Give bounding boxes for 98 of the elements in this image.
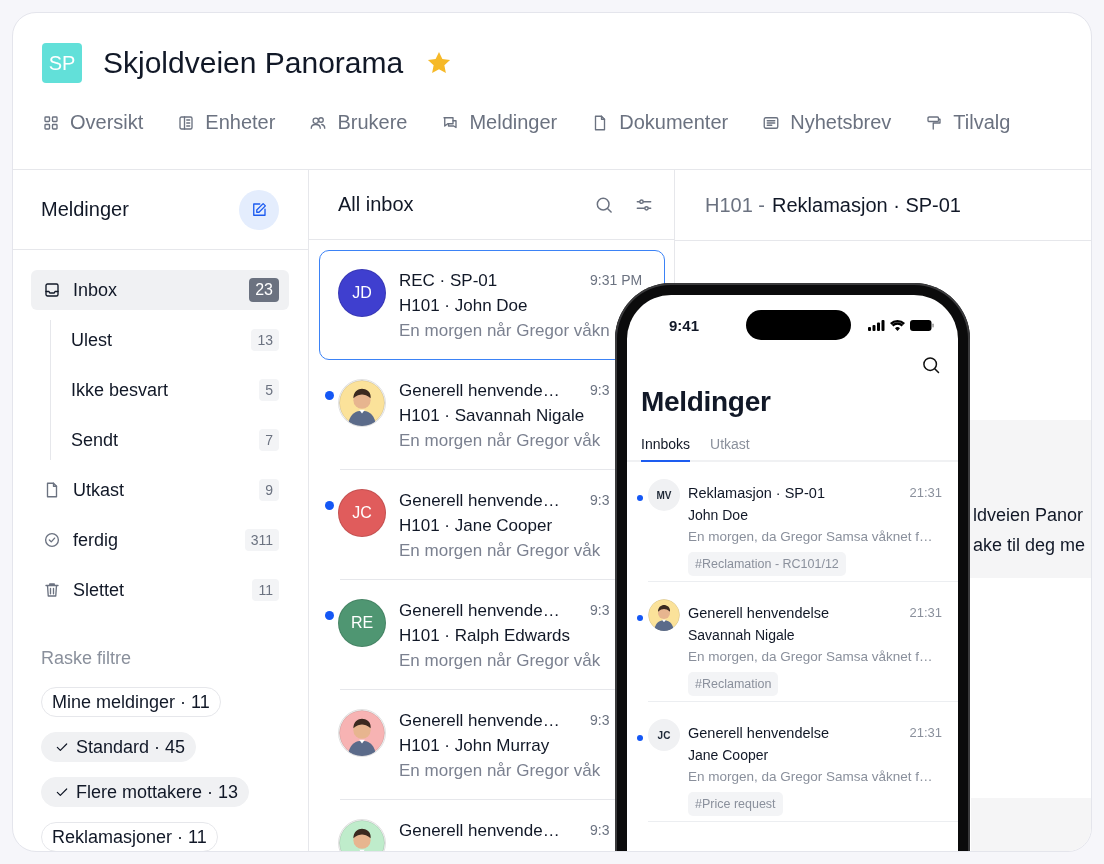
folder-item[interactable]: Ulest 13	[51, 320, 289, 360]
message-time: 21:31	[909, 484, 942, 502]
count-badge: 311	[244, 529, 279, 551]
avatar: JC	[648, 719, 680, 751]
folder-label: Inbox	[73, 279, 119, 301]
message-text: ldveien Panor	[973, 504, 1085, 527]
folder-item[interactable]: Sendt 7	[51, 420, 289, 460]
search-icon	[921, 355, 941, 375]
count-badge: 7	[259, 429, 279, 451]
message-preview: En morgen når Gregor våk	[399, 760, 602, 782]
message-sender: H101 · John Doe	[399, 295, 529, 317]
message-sender: H101 · Jane Cooper	[399, 515, 554, 537]
message-sender: Savannah Nigale	[688, 626, 796, 645]
message-title: Generell henvende…	[399, 820, 561, 842]
count-badge: 9	[259, 479, 279, 501]
nav-tab[interactable]: Meldinger	[441, 111, 558, 134]
message-time: 21:31	[909, 604, 942, 622]
message-time: 9:3	[590, 491, 610, 510]
tag: #Reclamation	[688, 672, 779, 696]
message-sender: John Doe	[688, 506, 749, 525]
avatar: MV	[648, 479, 680, 511]
message-title: Generell henvendelse	[688, 724, 830, 743]
message-preview: En morgen, da Gregor Samsa våknet f…	[688, 648, 934, 666]
message-sender: H101 · Ralph Edwards	[399, 625, 572, 647]
message-text: ake til deg me	[973, 534, 1087, 557]
section-heading: Raske filtre	[41, 648, 133, 669]
conversation-title: Reklamasjon · SP-01	[772, 193, 961, 217]
folder-item[interactable]: Utkast 9	[31, 470, 289, 510]
message-sender: H101 · John Murray	[399, 735, 551, 757]
filter-chip[interactable]: Standard · 45	[41, 732, 197, 762]
message-preview: En morgen, da Gregor Samsa våknet f…	[688, 768, 934, 786]
count-badge: 23	[249, 278, 279, 302]
message-sender: H101 · Savannah Nigale	[399, 405, 586, 427]
battery-icon	[910, 319, 934, 331]
message-time: 9:3	[590, 711, 610, 730]
message-time: 9:3	[590, 381, 610, 400]
count-badge: 11	[252, 579, 279, 601]
tab[interactable]: Innboks	[641, 436, 691, 462]
message-title: Generell henvende…	[399, 710, 561, 732]
conversation-id: H101 -	[705, 193, 766, 217]
message-title: Generell henvende…	[399, 490, 561, 512]
message-title: Generell henvendelse	[688, 604, 830, 623]
filter-chip[interactable]: Mine meldinger · 11	[41, 687, 221, 717]
message-preview: En morgen, da Gregor Samsa våknet f…	[688, 528, 934, 546]
status-time: 9:41	[668, 316, 701, 334]
message-preview: En morgen når Gregor våk	[399, 540, 602, 562]
filter-chip[interactable]: Flere mottakere · 13	[41, 777, 250, 807]
check-circle-icon	[43, 531, 61, 549]
nav-tab[interactable]: Enheter	[177, 111, 276, 134]
folder-label: Ulest	[71, 329, 113, 351]
folder-item[interactable]: ferdig 311	[31, 520, 289, 560]
message-time: 9:3	[590, 601, 610, 620]
folder-label: Utkast	[73, 479, 125, 501]
message-sender: Jane Cooper	[688, 746, 770, 765]
project-logo: SP	[42, 43, 82, 83]
paint-roller-icon	[925, 113, 944, 132]
panel-title: All inbox	[338, 193, 415, 216]
compose-button[interactable]	[239, 189, 279, 230]
panel-title: Meldinger	[41, 198, 129, 221]
message-time: 9:3	[590, 821, 610, 840]
message-title: REC · SP-01	[399, 270, 499, 292]
folder-label: Ikke besvart	[71, 379, 170, 401]
nav-tab[interactable]: Brukere	[309, 111, 408, 134]
message-preview: En morgen når Gregor våkn	[399, 320, 611, 342]
trash-icon	[43, 581, 61, 599]
tag: #Price request	[688, 792, 783, 816]
message-title: Generell henvende…	[399, 380, 561, 402]
count-badge: 5	[259, 379, 279, 401]
signal-icon	[868, 319, 885, 331]
message-preview: En morgen når Gregor våk	[399, 430, 602, 452]
message-preview: En morgen når Gregor våk	[399, 650, 602, 672]
folder-label: Slettet	[73, 579, 126, 601]
project-title: Skjoldveien Panorama	[103, 46, 404, 80]
nav-tab[interactable]: Nyhetsbrev	[762, 111, 892, 134]
message-title: Reklamasjon · SP-01	[688, 484, 825, 503]
screen-title: Meldinger	[640, 385, 772, 418]
nav-tab[interactable]: Oversikt	[42, 111, 144, 134]
folder-label: Sendt	[71, 429, 120, 451]
avatar: RE	[338, 599, 386, 647]
avatar: JD	[338, 269, 386, 317]
message-time: 9:31 PM	[590, 271, 643, 290]
message-time: 21:31	[909, 724, 942, 742]
count-badge: 13	[251, 329, 279, 351]
message-title: Generell henvende…	[399, 600, 561, 622]
nav-tab[interactable]: Dokumenter	[591, 111, 729, 134]
wifi-icon	[890, 319, 905, 331]
grid-icon	[42, 113, 60, 132]
avatar: JC	[338, 489, 386, 537]
panel-icon	[177, 113, 196, 132]
nav-tab[interactable]: Tilvalg	[925, 111, 1011, 134]
edit-icon	[250, 200, 268, 219]
folder-label: ferdig	[73, 529, 120, 551]
filter-chip[interactable]: Reklamasjoner · 11	[41, 822, 218, 851]
folder-item[interactable]: Ikke besvart 5	[51, 370, 289, 410]
tag: #Reclamation - RC101/12	[688, 552, 846, 576]
inbox-icon	[43, 281, 61, 299]
folder-item[interactable]: Inbox 23	[31, 270, 289, 310]
folder-item[interactable]: Slettet 11	[31, 570, 289, 610]
